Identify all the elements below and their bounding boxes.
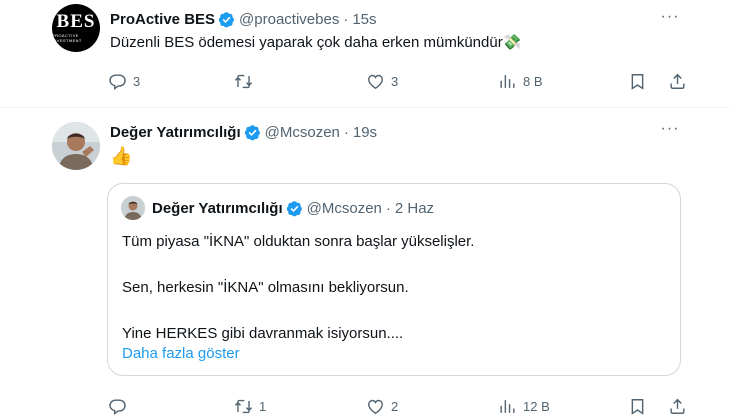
avatar[interactable]: BES PROACTIVE INVESTMENT (52, 4, 100, 52)
tweet-header: Değer Yatırımcılığı @Mcsozen · 19s (110, 121, 377, 143)
like-icon (368, 74, 383, 89)
author-name[interactable]: ProActive BES (110, 11, 215, 28)
more-icon[interactable]: ··· (660, 121, 680, 142)
retweet-count: 1 (259, 398, 267, 414)
show-more-link[interactable]: Daha fazla göster (122, 344, 240, 364)
verified-badge-icon[interactable] (244, 124, 261, 141)
bookmark-icon (631, 398, 644, 415)
verified-badge-icon[interactable] (218, 11, 235, 28)
like-icon (368, 399, 383, 414)
views-icon (500, 74, 515, 88)
bookmark-button[interactable] (628, 70, 653, 92)
separator-dot: · (343, 10, 349, 28)
views-button[interactable]: 12 B (498, 395, 550, 417)
bes-logo-subtext: PROACTIVE INVESTMENT (52, 33, 82, 43)
reply-button[interactable] (108, 395, 133, 417)
quote-avatar (121, 196, 145, 220)
person-avatar-image (121, 196, 145, 220)
quote-timestamp: 2 Haz (394, 199, 435, 217)
tweet-actions: 3 3 8 B (104, 70, 685, 92)
retweet-icon (234, 74, 253, 88)
tweet-actions: 1 2 12 B (104, 395, 685, 417)
retweet-button[interactable] (234, 70, 259, 92)
separator-dot: · (343, 123, 349, 141)
avatar[interactable] (52, 122, 100, 170)
like-count: 2 (391, 398, 399, 414)
tweet-mcsozen[interactable]: Değer Yatırımcılığı @Mcsozen · 19s ··· 👍… (0, 108, 730, 420)
views-icon (500, 399, 515, 413)
bookmark-icon (631, 73, 644, 90)
like-count: 3 (391, 73, 399, 89)
more-icon[interactable]: ··· (660, 9, 680, 30)
quote-text-line: Sen, herkesin "İKNA" olmasını bekliyorsu… (122, 279, 409, 296)
tweet-proactivebes[interactable]: BES PROACTIVE INVESTMENT ProActive BES @… (0, 0, 730, 108)
reply-button[interactable]: 3 (108, 70, 140, 92)
verified-badge-icon (286, 200, 302, 216)
like-button[interactable]: 2 (366, 395, 398, 417)
reply-icon (109, 398, 126, 415)
tweet-text: 👍 (110, 146, 133, 166)
quote-header: Değer Yatırımcılığı @Mcsozen · 2 Haz (152, 198, 434, 218)
timestamp[interactable]: 19s (353, 124, 377, 141)
retweet-icon (234, 399, 253, 413)
author-name[interactable]: Değer Yatırımcılığı (110, 124, 241, 141)
bes-logo-text: BES (56, 11, 96, 32)
share-button[interactable] (668, 70, 693, 92)
tweet-text: Düzenli BES ödemesi yaparak çok daha erk… (110, 34, 522, 51)
author-handle[interactable]: @proactivebes (239, 11, 339, 28)
share-icon (670, 398, 685, 414)
bes-logo: BES PROACTIVE INVESTMENT (52, 4, 100, 52)
retweet-button[interactable]: 1 (234, 395, 266, 417)
view-count: 8 B (523, 73, 543, 89)
quote-text-line: Tüm piyasa "İKNA" olduktan sonra başlar … (122, 233, 475, 250)
author-handle[interactable]: @Mcsozen (265, 124, 340, 141)
like-button[interactable]: 3 (366, 70, 398, 92)
quoted-tweet[interactable]: Değer Yatırımcılığı @Mcsozen · 2 Haz Tüm… (107, 183, 681, 376)
share-button[interactable] (668, 395, 693, 417)
timestamp[interactable]: 15s (352, 11, 376, 28)
person-avatar-image (52, 122, 100, 170)
share-icon (670, 73, 685, 89)
views-button[interactable]: 8 B (498, 70, 543, 92)
reply-count: 3 (133, 73, 141, 89)
bookmark-button[interactable] (628, 395, 653, 417)
separator-dot: · (385, 199, 391, 217)
quote-author-name: Değer Yatırımcılığı (152, 199, 283, 217)
view-count: 12 B (523, 398, 550, 414)
quote-text-line: Yine HERKES gibi davranmak isiyorsun.... (122, 325, 404, 342)
quote-author-handle: @Mcsozen (306, 199, 382, 217)
reply-icon (109, 73, 126, 90)
tweet-header: ProActive BES @proactivebes · 15s (110, 8, 377, 30)
